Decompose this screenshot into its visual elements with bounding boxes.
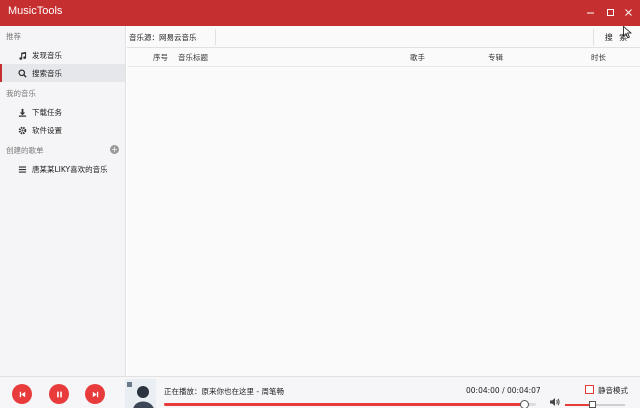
sidebar-item-label: 搜索音乐: [32, 68, 62, 78]
song-list: [127, 68, 640, 376]
song-table-header: 序号 音乐标题 歌手 专辑 时长: [127, 48, 640, 67]
list-icon: [17, 164, 27, 174]
progress-fill: [164, 403, 525, 406]
sidebar-item-label: 唐某某LIKY喜欢的音乐: [32, 164, 108, 174]
column-artist[interactable]: 歌手: [410, 52, 425, 63]
sidebar: 推荐 发现音乐 搜索音乐 我的音乐 下载任务 软件设置 创建的歌单 + 唐某某L…: [0, 26, 126, 376]
pause-button[interactable]: [49, 384, 69, 404]
maximize-icon: [606, 8, 614, 16]
column-title[interactable]: 音乐标题: [178, 52, 208, 63]
progress-slider[interactable]: [164, 400, 536, 408]
section-title-my-music: 我的音乐: [6, 89, 36, 98]
download-icon: [17, 107, 27, 117]
mute-label[interactable]: 静音模式: [598, 385, 628, 396]
sidebar-item-label: 软件设置: [32, 125, 62, 135]
volume-icon[interactable]: [549, 397, 561, 407]
sidebar-item-label: 发现音乐: [32, 50, 62, 60]
progress-handle[interactable]: [519, 400, 529, 408]
close-icon: [624, 8, 632, 16]
section-title-playlists: 创建的歌单: [6, 146, 44, 155]
previous-icon: [19, 391, 25, 397]
volume-slider[interactable]: [565, 401, 625, 408]
sidebar-item-label: 下载任务: [32, 107, 62, 117]
divider: [215, 29, 216, 45]
previous-button[interactable]: [12, 384, 32, 404]
app-title: MusicTools: [8, 5, 63, 17]
main-panel: 音乐源：网易云音乐 搜 索 序号 音乐标题 歌手 专辑 时长: [127, 26, 640, 376]
now-playing-text: 正在播放：原来你也在这里 - 周笔畅: [164, 387, 284, 396]
minimize-icon: [586, 12, 594, 13]
sidebar-item-settings[interactable]: 软件设置: [0, 121, 125, 139]
sidebar-item-discover[interactable]: 发现音乐: [0, 46, 125, 64]
search-button[interactable]: 搜 索: [593, 29, 640, 46]
volume-fill: [565, 404, 592, 406]
maximize-button[interactable]: [602, 4, 618, 20]
next-icon: [92, 391, 98, 397]
sidebar-item-search[interactable]: 搜索音乐: [0, 64, 125, 82]
playback-time: 00:04:00 / 00:04:07: [466, 386, 541, 395]
column-index[interactable]: 序号: [153, 52, 168, 63]
music-source-label[interactable]: 音乐源：网易云音乐: [129, 32, 197, 43]
close-button[interactable]: [620, 4, 636, 20]
add-playlist-icon[interactable]: +: [110, 145, 119, 154]
mouse-cursor-icon: [623, 26, 632, 39]
mute-checkbox[interactable]: [585, 385, 594, 394]
next-button[interactable]: [85, 384, 105, 404]
pause-icon: [56, 391, 62, 397]
volume-handle[interactable]: [589, 401, 596, 408]
title-bar: MusicTools: [0, 0, 640, 26]
sidebar-item-downloads[interactable]: 下载任务: [0, 103, 125, 121]
music-note-icon: [17, 50, 27, 60]
album-cover[interactable]: [125, 379, 156, 408]
column-album[interactable]: 专辑: [488, 52, 503, 63]
minimize-button[interactable]: [582, 4, 598, 20]
search-icon: [17, 68, 27, 78]
player-bar: 正在播放：原来你也在这里 - 周笔畅 00:04:00 / 00:04:07 静…: [0, 376, 640, 408]
source-bar: 音乐源：网易云音乐 搜 索: [127, 26, 640, 48]
section-title-recommend: 推荐: [6, 32, 21, 41]
column-duration[interactable]: 时长: [591, 52, 606, 63]
gear-icon: [17, 125, 27, 135]
sidebar-item-playlist[interactable]: 唐某某LIKY喜欢的音乐: [0, 160, 125, 178]
